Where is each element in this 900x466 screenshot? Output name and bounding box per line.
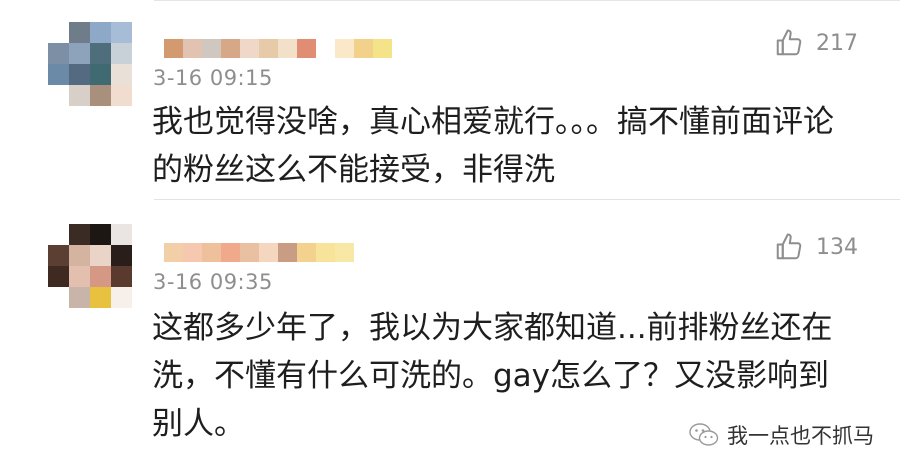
avatar-pixel	[111, 22, 132, 43]
avatar-pixel	[48, 43, 69, 64]
avatar-pixel	[69, 85, 90, 106]
like-button[interactable]: 134	[774, 232, 858, 262]
avatar-pixel	[48, 224, 69, 245]
like-count: 217	[816, 30, 858, 56]
name-pixel	[183, 39, 202, 58]
wechat-icon	[689, 423, 719, 446]
avatar-pixel	[90, 64, 111, 85]
comment-timestamp: 3-16 09:35	[153, 270, 273, 294]
name-pixel	[240, 39, 259, 58]
avatar-pixel	[90, 22, 111, 43]
name-pixel	[259, 39, 278, 58]
name-pixel	[164, 243, 183, 262]
avatar-pixel	[48, 64, 69, 85]
name-pixel	[354, 39, 373, 58]
name-pixel	[221, 39, 240, 58]
watermark: 我一点也不抓马	[689, 420, 874, 450]
name-pixel	[202, 39, 221, 58]
username-blurred[interactable]	[164, 34, 392, 58]
thumbs-up-icon	[776, 29, 802, 56]
avatar-pixel	[90, 224, 111, 245]
name-pixel	[297, 243, 316, 262]
watermark-text: 我一点也不抓马	[727, 424, 874, 448]
like-button[interactable]: 217	[774, 28, 858, 58]
name-pixel	[373, 39, 392, 58]
avatar-pixel	[90, 85, 111, 106]
name-pixel	[278, 243, 297, 262]
comment-item: 3-16 09:15 217 我也觉得没啥，真心相爱就行。。。搞不懂前面评论的粉…	[0, 0, 900, 200]
comment-timestamp: 3-16 09:15	[153, 66, 273, 90]
name-pixel	[259, 243, 278, 262]
avatar-pixel	[69, 43, 90, 64]
name-pixel	[221, 243, 240, 262]
name-pixel	[297, 39, 316, 58]
avatar-pixel	[48, 266, 69, 287]
avatar-pixel	[111, 43, 132, 64]
avatar-pixel	[90, 266, 111, 287]
avatar-pixel	[90, 287, 111, 308]
avatar-pixel	[111, 245, 132, 266]
avatar-pixel	[69, 245, 90, 266]
name-pixel	[278, 39, 297, 58]
avatar-pixel	[69, 64, 90, 85]
name-pixel	[335, 39, 354, 58]
avatar-pixel	[111, 85, 132, 106]
name-pixel	[316, 39, 335, 58]
name-pixel	[164, 39, 183, 58]
avatar-pixel	[48, 22, 69, 43]
avatar-pixel	[69, 224, 90, 245]
avatar-pixel	[111, 224, 132, 245]
avatar-pixel	[69, 287, 90, 308]
username-blurred[interactable]	[164, 238, 354, 262]
avatar-pixel	[90, 43, 111, 64]
comment-text: 我也觉得没啥，真心相爱就行。。。搞不懂前面评论的粉丝这么不能接受，非得洗	[152, 104, 834, 188]
avatar[interactable]	[48, 224, 132, 308]
avatar-pixel	[90, 245, 111, 266]
name-pixel	[240, 243, 259, 262]
avatar-pixel	[111, 287, 132, 308]
avatar-pixel	[48, 287, 69, 308]
avatar-pixel	[69, 22, 90, 43]
name-pixel	[335, 243, 354, 262]
thumbs-up-icon	[776, 233, 802, 260]
avatar-pixel	[48, 245, 69, 266]
like-count: 134	[816, 234, 858, 260]
avatar-pixel	[48, 85, 69, 106]
avatar-pixel	[69, 266, 90, 287]
name-pixel	[202, 243, 221, 262]
avatar[interactable]	[48, 22, 132, 106]
name-pixel	[316, 243, 335, 262]
name-pixel	[183, 243, 202, 262]
avatar-pixel	[111, 266, 132, 287]
avatar-pixel	[111, 64, 132, 85]
